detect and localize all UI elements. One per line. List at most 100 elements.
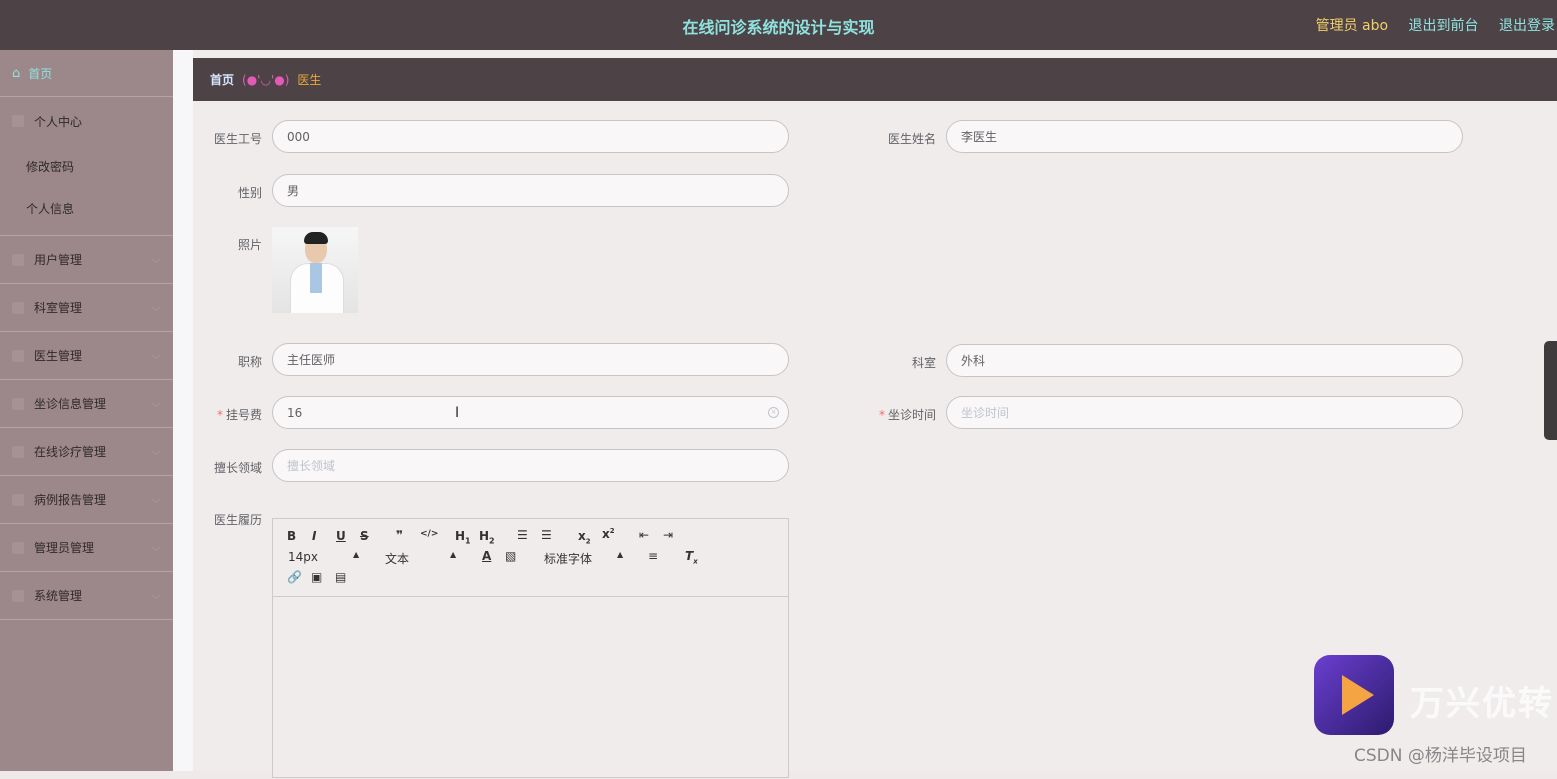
font-family-select[interactable]: 标准字体	[544, 550, 592, 567]
doctor-icon	[12, 349, 24, 362]
gender-input[interactable]: 男	[272, 174, 789, 207]
users-icon	[12, 253, 24, 266]
background-color-icon[interactable]: ▧	[505, 549, 516, 563]
superscript-icon[interactable]: x2	[602, 527, 615, 541]
doctor-id-input[interactable]: 000	[272, 120, 789, 153]
text-cursor-icon: I	[455, 405, 460, 421]
sidebar-item-case-report-management[interactable]: 病例报告管理	[0, 476, 173, 524]
user-icon	[12, 115, 24, 127]
underline-icon[interactable]: U	[336, 529, 346, 543]
sidebar-item-label: 系统管理	[34, 589, 83, 603]
specialty-input[interactable]: 擅长领域	[272, 449, 789, 482]
chevron-down-icon	[151, 302, 161, 312]
department-input[interactable]: 外科	[946, 344, 1463, 377]
chevron-down-icon	[151, 494, 161, 504]
watermark-logo	[1314, 655, 1394, 735]
sidebar-item-label: 科室管理	[34, 301, 83, 315]
breadcrumb-current: 医生	[297, 73, 322, 87]
align-icon[interactable]: ≡	[648, 549, 658, 563]
block-format-select[interactable]: 文本	[385, 550, 409, 567]
resume-label: 医生履历	[213, 513, 262, 527]
indent-icon[interactable]: ⇥	[663, 528, 673, 542]
breadcrumb-separator: (●'◡'●)	[242, 72, 290, 87]
doctor-id-label: 医生工号	[213, 132, 262, 146]
video-icon[interactable]: ▤	[335, 570, 346, 584]
editor-toolbar: B I U S ❞ </> H1 H2 ☰ ☰ x2 x2 ⇤ ⇥ 14px ▲…	[273, 519, 788, 597]
sidebar-item-label: 个人中心	[34, 114, 83, 129]
sidebar-item-doctor-management[interactable]: 医生管理	[0, 332, 173, 380]
personal-center-group: 个人中心 修改密码 个人信息	[0, 97, 173, 236]
csdn-watermark: CSDN @杨洋毕设项目	[1354, 746, 1527, 766]
outdent-icon[interactable]: ⇤	[639, 528, 649, 542]
image-icon[interactable]: ▣	[311, 570, 322, 584]
heading2-icon[interactable]: H2	[479, 529, 495, 545]
watermark-text: 万兴优转	[1410, 684, 1554, 724]
logout-link[interactable]: 退出登录	[1499, 18, 1555, 34]
consultation-icon	[12, 445, 24, 458]
sidebar-item-label: 坐诊信息管理	[34, 397, 107, 411]
title-label: 职称	[237, 355, 262, 369]
report-icon	[12, 493, 24, 506]
doctor-name-label: 医生姓名	[887, 132, 936, 146]
fee-label: * 挂号费	[216, 408, 262, 422]
breadcrumb: 首页 (●'◡'●) 医生	[193, 58, 1557, 101]
gender-label: 性别	[237, 186, 262, 200]
department-icon	[12, 301, 24, 314]
doctor-photo[interactable]	[272, 227, 358, 313]
sidebar-item-department-management[interactable]: 科室管理	[0, 284, 173, 332]
sidebar: ⌂ 首页 个人中心 修改密码 个人信息 用户管理 科室管理 医生管理 坐诊信息管…	[0, 50, 173, 771]
calendar-icon	[12, 397, 24, 410]
sidebar-item-user-management[interactable]: 用户管理	[0, 236, 173, 284]
heading1-icon[interactable]: H1	[455, 529, 471, 545]
breadcrumb-home[interactable]: 首页	[210, 71, 234, 88]
play-icon	[1342, 675, 1374, 715]
specialty-label: 擅长领域	[213, 461, 262, 475]
bullet-list-icon[interactable]: ☰	[541, 528, 552, 542]
visit-time-input[interactable]: 坐诊时间	[946, 396, 1463, 429]
blockquote-icon[interactable]: ❞	[396, 528, 403, 542]
strikethrough-icon[interactable]: S	[360, 529, 369, 543]
code-icon[interactable]: </>	[420, 529, 438, 539]
sidebar-item-consultation-management[interactable]: 在线诊疗管理	[0, 428, 173, 476]
select-arrows-icon: ▲	[353, 550, 360, 559]
subscript-icon[interactable]: x2	[578, 529, 591, 545]
link-icon[interactable]: 🔗	[287, 570, 302, 584]
to-frontend-link[interactable]: 退出到前台	[1409, 18, 1479, 34]
sidebar-sub-change-password[interactable]: 修改密码	[0, 145, 173, 187]
select-arrows-icon: ▲	[450, 550, 457, 559]
chevron-down-icon	[151, 542, 161, 552]
sidebar-item-system-management[interactable]: 系统管理	[0, 572, 173, 620]
sidebar-item-schedule-management[interactable]: 坐诊信息管理	[0, 380, 173, 428]
scrollbar-thumb[interactable]	[1544, 341, 1557, 440]
chevron-down-icon	[151, 254, 161, 264]
fee-value: 16	[287, 405, 303, 420]
clear-icon[interactable]: ×	[768, 407, 779, 418]
sidebar-item-admin-management[interactable]: 管理员管理	[0, 524, 173, 572]
chevron-down-icon	[151, 446, 161, 456]
sidebar-sub-personal-info[interactable]: 个人信息	[0, 187, 173, 229]
doctor-name-input[interactable]: 李医生	[946, 120, 1463, 153]
visit-time-label: * 坐诊时间	[878, 408, 936, 422]
italic-icon[interactable]: I	[312, 529, 316, 543]
admin-label: 管理员 abo	[1315, 18, 1389, 34]
admin-icon	[12, 541, 24, 554]
settings-icon	[12, 589, 24, 602]
bold-icon[interactable]: B	[287, 529, 296, 543]
select-arrows-icon: ▲	[617, 550, 624, 559]
sidebar-item-label: 用户管理	[34, 253, 83, 267]
title-input[interactable]: 主任医师	[272, 343, 789, 376]
fee-input[interactable]: 16 I ×	[272, 396, 789, 429]
sidebar-item-label: 医生管理	[34, 349, 83, 363]
department-label: 科室	[911, 356, 936, 370]
sidebar-item-home[interactable]: ⌂ 首页	[0, 50, 173, 97]
chevron-down-icon	[151, 350, 161, 360]
top-bar: 在线问诊系统的设计与实现 管理员 abo 退出到前台 退出登录	[0, 0, 1557, 50]
sidebar-item-label: 在线诊疗管理	[34, 445, 107, 459]
clear-format-icon[interactable]: Tx	[685, 549, 698, 565]
editor-body[interactable]	[273, 597, 788, 779]
font-size-select[interactable]: 14px	[288, 550, 318, 564]
sidebar-item-personal-center[interactable]: 个人中心	[0, 97, 173, 145]
ordered-list-icon[interactable]: ☰	[517, 528, 528, 542]
font-color-icon[interactable]: A	[482, 549, 491, 563]
photo-label: 照片	[237, 238, 262, 252]
